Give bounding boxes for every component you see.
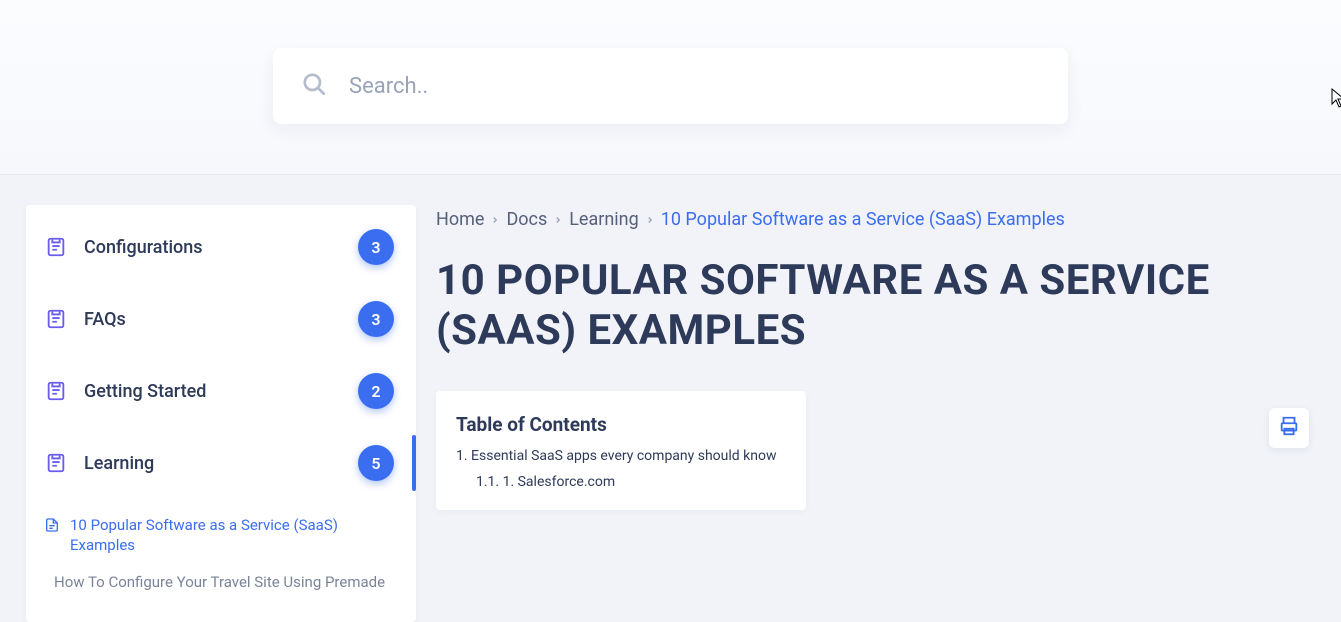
sidebar-sub-item-label: 10 Popular Software as a Service (SaaS) … bbox=[70, 515, 398, 556]
toc-item[interactable]: 1. Essential SaaS apps every company sho… bbox=[456, 448, 786, 464]
sidebar-sub-item[interactable]: 10 Popular Software as a Service (SaaS) … bbox=[44, 507, 398, 564]
sidebar-sub-item-label: How To Configure Your Travel Site Using … bbox=[54, 572, 385, 592]
sidebar-item-configurations[interactable]: Configurations 3 bbox=[26, 211, 416, 283]
cursor-icon bbox=[1331, 88, 1341, 112]
toc-heading: Table of Contents bbox=[456, 413, 786, 436]
toc-subitem[interactable]: 1.1. 1. Salesforce.com bbox=[456, 474, 786, 490]
sidebar-item-label: Getting Started bbox=[84, 381, 358, 402]
table-of-contents: Table of Contents 1. Essential SaaS apps… bbox=[436, 391, 806, 510]
print-button[interactable] bbox=[1269, 408, 1309, 448]
content-area: Home Docs Learning 10 Popular Software a… bbox=[434, 205, 1315, 510]
sidebar-item-label: Configurations bbox=[84, 237, 358, 258]
breadcrumb-current[interactable]: 10 Popular Software as a Service (SaaS) … bbox=[661, 209, 1065, 230]
sidebar-item-faqs[interactable]: FAQs 3 bbox=[26, 283, 416, 355]
sidebar-sub-item[interactable]: How To Configure Your Travel Site Using … bbox=[44, 564, 398, 600]
breadcrumb-category[interactable]: Learning bbox=[569, 209, 639, 230]
page-title: 10 POPULAR SOFTWARE AS A SERVICE (SAAS) … bbox=[436, 256, 1315, 357]
document-icon bbox=[44, 235, 68, 259]
search-icon bbox=[301, 71, 349, 101]
sidebar-item-label: Learning bbox=[84, 453, 358, 474]
sidebar: Configurations 3 FAQs 3 Getting Started … bbox=[26, 205, 416, 622]
search-input[interactable] bbox=[349, 74, 1040, 99]
breadcrumb-docs[interactable]: Docs bbox=[506, 209, 547, 230]
sidebar-sub-list: 10 Popular Software as a Service (SaaS) … bbox=[26, 499, 416, 622]
sidebar-item-learning[interactable]: Learning 5 bbox=[26, 427, 416, 499]
search-header bbox=[0, 0, 1341, 175]
sidebar-item-getting-started[interactable]: Getting Started 2 bbox=[26, 355, 416, 427]
sidebar-item-label: FAQs bbox=[84, 309, 358, 330]
chevron-right-icon bbox=[490, 215, 500, 225]
sidebar-item-badge: 2 bbox=[358, 373, 394, 409]
document-icon bbox=[44, 451, 68, 475]
document-icon bbox=[44, 307, 68, 331]
chevron-right-icon bbox=[553, 215, 563, 225]
file-icon bbox=[44, 517, 60, 537]
sidebar-item-badge: 3 bbox=[358, 301, 394, 337]
search-box[interactable] bbox=[273, 48, 1068, 124]
chevron-right-icon bbox=[645, 215, 655, 225]
breadcrumb: Home Docs Learning 10 Popular Software a… bbox=[436, 209, 1315, 230]
printer-icon bbox=[1278, 415, 1300, 441]
document-icon bbox=[44, 379, 68, 403]
sidebar-item-badge: 3 bbox=[358, 229, 394, 265]
breadcrumb-home[interactable]: Home bbox=[436, 209, 484, 230]
sidebar-item-badge: 5 bbox=[358, 445, 394, 481]
